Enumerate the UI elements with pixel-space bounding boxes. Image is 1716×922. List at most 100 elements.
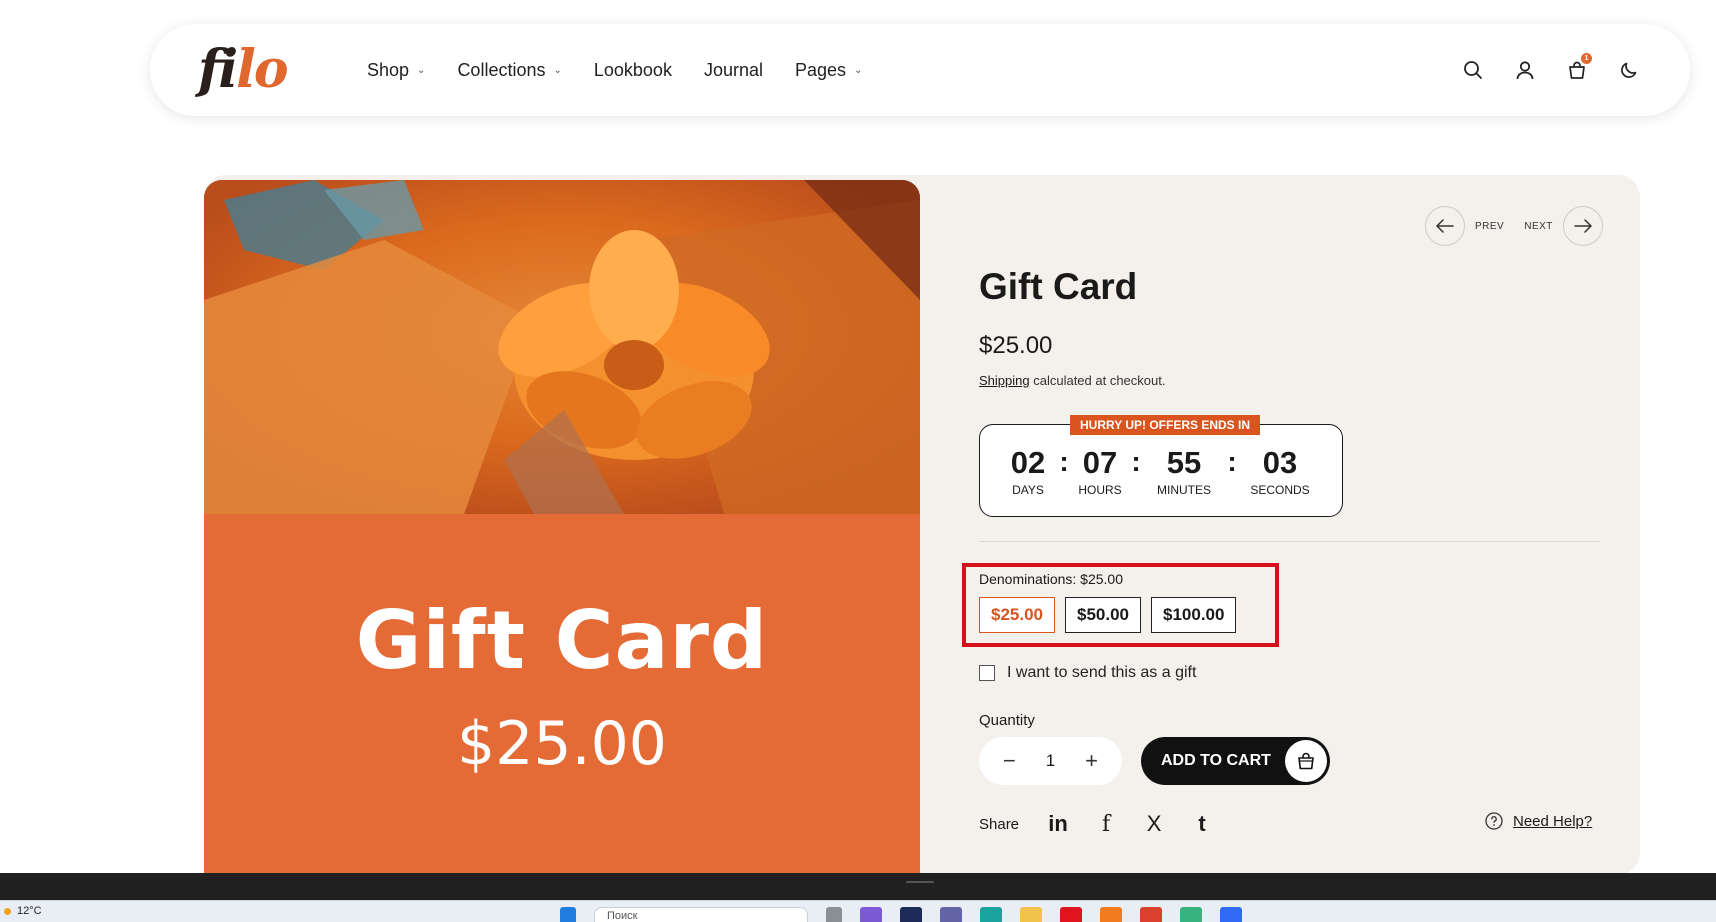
countdown-separator: : (1059, 446, 1069, 477)
os-taskbar: 12°C Поиск (0, 900, 1716, 922)
countdown-hours-label: HOURS (1078, 483, 1122, 497)
add-to-cart-label: ADD TO CART (1161, 752, 1271, 769)
send-as-gift-label: I want to send this as a gift (1007, 664, 1197, 681)
section-divider (979, 541, 1599, 542)
gift-card-image-title: Gift Card (355, 594, 769, 687)
nav-item-journal[interactable]: Journal (704, 60, 763, 81)
nav-item-label: Shop (367, 59, 410, 80)
countdown-minutes-value: 55 (1166, 445, 1202, 480)
countdown-row: 02 DAYS : 07 HOURS : 55 MINUTES : 03 SEC… (1000, 445, 1320, 498)
task-view-icon[interactable] (826, 907, 842, 922)
facebook-icon[interactable]: f (1093, 811, 1119, 837)
quantity-stepper: − 1 + (979, 737, 1122, 785)
countdown-separator: : (1227, 446, 1237, 477)
nav-item-shop[interactable]: Shop ⌄ (367, 60, 425, 81)
nav-item-label: Lookbook (593, 59, 672, 80)
denomination-option-25[interactable]: $25.00 (979, 597, 1055, 633)
copilot-icon[interactable] (860, 907, 882, 922)
tumblr-icon[interactable]: t (1189, 811, 1215, 837)
opera-icon[interactable] (1060, 907, 1082, 922)
account-icon[interactable] (1514, 59, 1536, 81)
cart-count-badge: 1 (1581, 53, 1592, 64)
site-header: filo Shop ⌄ Collections ⌄ Lookbook Journ… (150, 24, 1690, 116)
nav-item-label: Journal (703, 59, 763, 80)
need-help-link[interactable]: Need Help? (1513, 813, 1592, 830)
product-media[interactable]: Gift Card $25.00 (204, 180, 920, 875)
app-icon[interactable] (900, 907, 922, 922)
countdown-timer: HURRY UP! OFFERS ENDS IN 02 DAYS : 07 HO… (979, 415, 1343, 517)
countdown-days-label: DAYS (1012, 483, 1044, 497)
nav-item-pages[interactable]: Pages ⌄ (795, 60, 862, 81)
dark-mode-icon[interactable] (1618, 59, 1640, 81)
main-nav: Shop ⌄ Collections ⌄ Lookbook Journal Pa… (367, 24, 862, 116)
send-as-gift-option[interactable]: I want to send this as a gift (979, 664, 1196, 682)
firefox-icon[interactable] (1100, 907, 1122, 922)
countdown-seconds: 03 SECONDS (1240, 445, 1320, 498)
shopping-bag-icon (1285, 740, 1327, 782)
file-explorer-icon[interactable] (1020, 907, 1042, 922)
countdown-days: 02 DAYS (1000, 447, 1056, 498)
weather-widget[interactable]: 12°C (4, 905, 42, 917)
countdown-minutes: 55 MINUTES (1144, 445, 1224, 498)
cart-icon[interactable]: 1 (1566, 53, 1592, 81)
gift-card-image-price: $25.00 (457, 709, 667, 779)
send-as-gift-checkbox[interactable] (979, 665, 995, 681)
chrome-icon[interactable] (1140, 907, 1162, 922)
prev-label[interactable]: PREV (1475, 221, 1504, 232)
gift-box-photo (204, 180, 920, 514)
gift-card-image: Gift Card $25.00 (204, 514, 920, 875)
chevron-down-icon: ⌄ (553, 64, 562, 76)
weather-temperature: 12°C (17, 905, 42, 917)
windows-start-icon[interactable] (560, 907, 576, 922)
denominations-options: $25.00 $50.00 $100.00 (979, 597, 1237, 633)
nav-item-label: Collections (457, 59, 546, 80)
prev-product-button[interactable] (1425, 206, 1465, 246)
help-icon (1485, 812, 1503, 830)
share-label: Share (979, 815, 1020, 833)
countdown-minutes-label: MINUTES (1157, 483, 1211, 497)
taskbar-apps: Поиск (560, 907, 1242, 922)
quantity-label: Quantity (979, 712, 1035, 729)
nav-item-label: Pages (795, 59, 847, 80)
add-to-cart-button[interactable]: ADD TO CART (1141, 737, 1330, 785)
arrow-right-icon (1574, 219, 1592, 233)
shipping-note-text: calculated at checkout. (1029, 373, 1166, 388)
countdown-seconds-value: 03 (1262, 445, 1298, 480)
quantity-value[interactable]: 1 (1046, 751, 1055, 771)
taskbar-search[interactable]: Поиск (594, 907, 808, 922)
search-icon[interactable] (1462, 59, 1484, 81)
countdown-badge: HURRY UP! OFFERS ENDS IN (1070, 415, 1261, 435)
resize-handle[interactable] (906, 881, 934, 883)
nav-item-collections[interactable]: Collections ⌄ (457, 60, 561, 81)
chevron-down-icon: ⌄ (854, 64, 863, 76)
sun-icon (4, 907, 11, 915)
denomination-option-50[interactable]: $50.00 (1065, 597, 1141, 633)
countdown-separator: : (1131, 446, 1141, 477)
linkedin-icon[interactable]: in (1045, 811, 1071, 837)
shipping-link[interactable]: Shipping (979, 373, 1030, 388)
browser-bottom-bar (0, 873, 1716, 900)
logo-text-part1: fi (198, 39, 238, 100)
quantity-decrease-button[interactable]: − (1003, 748, 1016, 774)
zoom-icon[interactable] (1220, 907, 1242, 922)
countdown-hours-value: 07 (1082, 445, 1118, 480)
site-logo[interactable]: filo (198, 39, 289, 100)
product-price: $25.00 (979, 332, 1053, 359)
slack-icon[interactable] (1180, 907, 1202, 922)
next-product-button[interactable] (1562, 206, 1603, 246)
logo-text-part2: lo (236, 39, 288, 100)
chevron-down-icon: ⌄ (417, 64, 426, 76)
countdown-hours: 07 HOURS (1072, 445, 1128, 498)
arrow-left-icon (1436, 219, 1454, 233)
teams-icon[interactable] (940, 907, 962, 922)
quantity-increase-button[interactable]: + (1085, 748, 1098, 774)
x-icon[interactable]: X (1141, 811, 1167, 837)
product-pager: PREV NEXT (1425, 206, 1603, 246)
shipping-note: Shipping calculated at checkout. (979, 373, 1165, 388)
nav-item-lookbook[interactable]: Lookbook (594, 60, 672, 81)
next-label[interactable]: NEXT (1524, 221, 1553, 232)
edge-icon[interactable] (980, 907, 1002, 922)
product-title: Gift Card (979, 266, 1138, 307)
denomination-option-100[interactable]: $100.00 (1151, 597, 1237, 633)
share-row: Share in f X t (979, 811, 1215, 837)
